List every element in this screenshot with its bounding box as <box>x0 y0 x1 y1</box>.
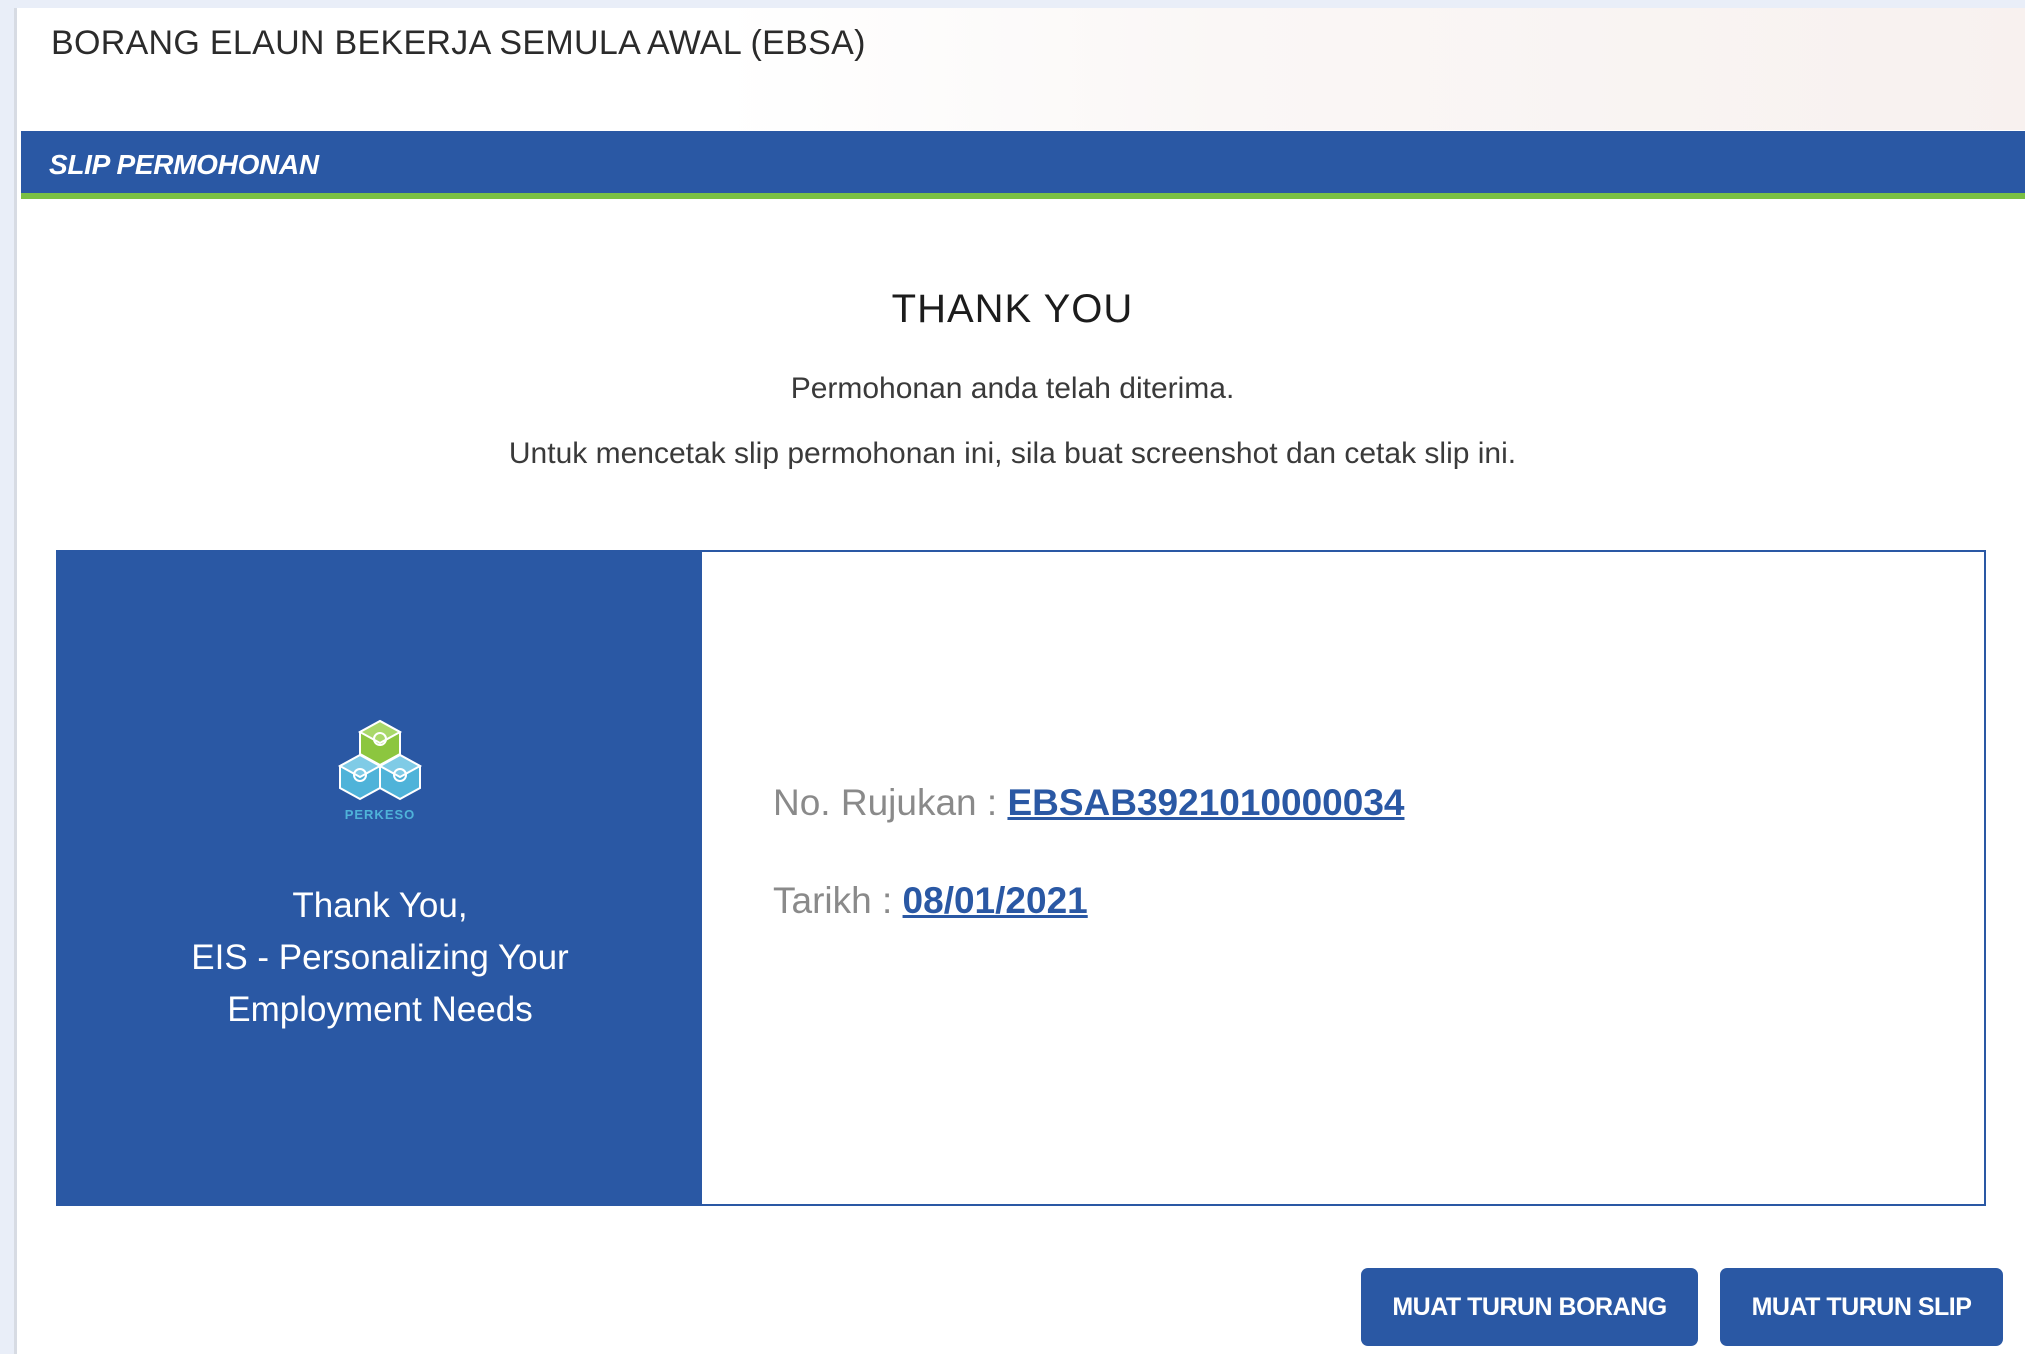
tagline-line-2: Employment Needs <box>227 990 533 1029</box>
section-header: SLIP PERMOHONAN <box>21 131 2025 199</box>
received-message: Permohonan anda telah diterima. <box>790 372 1235 405</box>
download-form-button[interactable]: MUAT TURUN BORANG <box>1361 1268 1698 1346</box>
slip-details: No. Rujukan : EBSAB3921010000034 Tarikh … <box>773 782 1404 978</box>
reference-label: No. Rujukan : <box>773 782 998 823</box>
thank-you-message: Thank You, EIS - Personalizing Your Empl… <box>58 880 702 1036</box>
section-title: SLIP PERMOHONAN <box>49 149 319 180</box>
application-slip-card: PERKESO Thank You, EIS - Personalizing Y… <box>56 550 1986 1206</box>
form-title-bar: BORANG ELAUN BEKERJA SEMULA AWAL (EBSA) <box>21 8 2025 130</box>
date-value-link[interactable]: 08/01/2021 <box>903 880 1088 921</box>
thank-you-heading: THANK YOU <box>891 287 1134 331</box>
slip-brand-panel: PERKESO Thank You, EIS - Personalizing Y… <box>58 552 702 1204</box>
logo-text: PERKESO <box>344 807 416 822</box>
date-row: Tarikh : 08/01/2021 <box>773 880 1404 978</box>
tagline-line-1: EIS - Personalizing Your <box>191 938 569 977</box>
form-title: BORANG ELAUN BEKERJA SEMULA AWAL (EBSA) <box>51 24 866 62</box>
reference-row: No. Rujukan : EBSAB3921010000034 <box>773 782 1404 880</box>
thank-you-line: Thank You, <box>292 886 468 925</box>
date-label: Tarikh : <box>773 880 893 921</box>
print-instruction-message: Untuk mencetak slip permohonan ini, sila… <box>508 437 1517 470</box>
reference-number-link[interactable]: EBSAB3921010000034 <box>1007 782 1404 823</box>
download-slip-button[interactable]: MUAT TURUN SLIP <box>1720 1268 2003 1346</box>
perkeso-logo-icon: PERKESO <box>330 717 430 827</box>
